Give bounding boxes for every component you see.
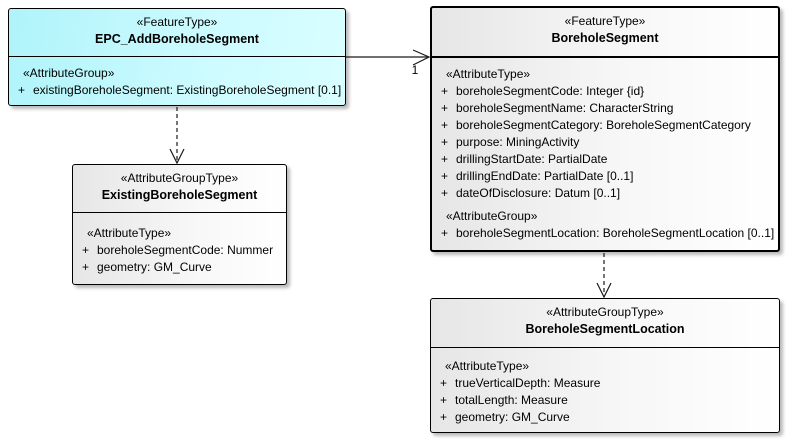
visibility-marker: + (432, 134, 456, 151)
attribute-row[interactable]: + existingBoreholeSegment: ExistingBoreh… (9, 82, 345, 99)
attribute-text: totalLength: Measure (455, 392, 568, 409)
attribute-text: purpose: MiningActivity (456, 134, 579, 151)
attribute-text: drillingEndDate: PartialDate [0..1] (456, 168, 633, 185)
class-stereotype: «FeatureType» (432, 14, 778, 28)
attribute-text: geometry: GM_Curve (97, 259, 212, 276)
visibility-marker: + (432, 185, 456, 202)
attribute-compartment: «AttributeType» + boreholeSegmentCode: N… (73, 212, 286, 284)
class-stereotype: «AttributeGroupType» (73, 171, 286, 185)
dependency-arrow-boreholesegment-to-location[interactable] (597, 253, 611, 297)
attribute-row[interactable]: + boreholeSegmentCode: Integer {id} (432, 83, 778, 100)
attribute-text: boreholeSegmentCategory: BoreholeSegment… (456, 117, 751, 134)
multiplicity-label: 1 (406, 63, 424, 77)
attribute-row[interactable]: + drillingEndDate: PartialDate [0..1] (432, 168, 778, 185)
visibility-marker: + (73, 242, 97, 259)
class-title: «AttributeGroupType» BoreholeSegmentLoca… (431, 299, 779, 347)
attribute-compartment: «AttributeType» + boreholeSegmentCode: I… (432, 56, 778, 250)
visibility-marker: + (431, 409, 455, 426)
attribute-text: boreholeSegmentLocation: BoreholeSegment… (456, 225, 774, 242)
attribute-text: boreholeSegmentCode: Integer {id} (456, 83, 644, 100)
attribute-row[interactable]: + purpose: MiningActivity (432, 134, 778, 151)
uml-diagram-canvas: «FeatureType» EPC_AddBoreholeSegment «At… (0, 0, 793, 446)
attribute-row[interactable]: + totalLength: Measure (431, 392, 779, 409)
visibility-marker: + (431, 375, 455, 392)
class-name: EPC_AddBoreholeSegment (9, 32, 345, 46)
attribute-text: drillingStartDate: PartialDate (456, 151, 607, 168)
class-stereotype: «AttributeGroupType» (431, 305, 779, 319)
class-boreholesegmentlocation[interactable]: «AttributeGroupType» BoreholeSegmentLoca… (430, 298, 780, 433)
attribute-text: boreholeSegmentCode: Nummer (97, 242, 273, 259)
visibility-marker: + (432, 225, 456, 242)
visibility-marker: + (9, 82, 33, 99)
dependency-arrow-epc-to-existingboreholesegment[interactable] (170, 107, 184, 163)
class-name: BoreholeSegment (432, 31, 778, 45)
attribute-row[interactable]: + dateOfDisclosure: Datum [0..1] (432, 185, 778, 202)
stereotype-header: «AttributeGroup» (9, 65, 345, 82)
class-name: ExistingBoreholeSegment (73, 188, 286, 202)
attribute-row[interactable]: + geometry: GM_Curve (73, 259, 286, 276)
attribute-compartment: «AttributeType» + trueVerticalDepth: Mea… (431, 347, 779, 432)
stereotype-header: «AttributeGroup» (432, 208, 778, 225)
attribute-row[interactable]: + trueVerticalDepth: Measure (431, 375, 779, 392)
visibility-marker: + (431, 392, 455, 409)
attribute-row[interactable]: + boreholeSegmentLocation: BoreholeSegme… (432, 225, 778, 242)
attribute-row[interactable]: + boreholeSegmentName: CharacterString (432, 100, 778, 117)
attribute-row[interactable]: + boreholeSegmentCategory: BoreholeSegme… (432, 117, 778, 134)
class-title: «FeatureType» BoreholeSegment (432, 8, 778, 56)
class-name: BoreholeSegmentLocation (431, 322, 779, 336)
class-existingboreholesegment[interactable]: «AttributeGroupType» ExistingBoreholeSeg… (72, 164, 287, 285)
visibility-marker: + (432, 151, 456, 168)
stereotype-header: «AttributeType» (73, 225, 286, 242)
attribute-row[interactable]: + boreholeSegmentCode: Nummer (73, 242, 286, 259)
attribute-row[interactable]: + geometry: GM_Curve (431, 409, 779, 426)
visibility-marker: + (73, 259, 97, 276)
visibility-marker: + (432, 100, 456, 117)
attribute-text: existingBoreholeSegment: ExistingBorehol… (33, 82, 341, 99)
visibility-marker: + (432, 83, 456, 100)
class-epc-addboreholesegment[interactable]: «FeatureType» EPC_AddBoreholeSegment «At… (8, 8, 346, 106)
class-title: «FeatureType» EPC_AddBoreholeSegment (9, 9, 345, 56)
stereotype-header: «AttributeType» (431, 358, 779, 375)
stereotype-header: «AttributeType» (432, 66, 778, 83)
attribute-text: dateOfDisclosure: Datum [0..1] (456, 185, 620, 202)
attribute-text: trueVerticalDepth: Measure (455, 375, 600, 392)
attribute-text: boreholeSegmentName: CharacterString (456, 100, 673, 117)
attribute-text: geometry: GM_Curve (455, 409, 570, 426)
visibility-marker: + (432, 117, 456, 134)
visibility-marker: + (432, 168, 456, 185)
attribute-row[interactable]: + drillingStartDate: PartialDate (432, 151, 778, 168)
attribute-compartment: «AttributeGroup» + existingBoreholeSegme… (9, 56, 345, 105)
class-boreholesegment[interactable]: «FeatureType» BoreholeSegment «Attribute… (430, 6, 780, 252)
class-stereotype: «FeatureType» (9, 15, 345, 29)
class-title: «AttributeGroupType» ExistingBoreholeSeg… (73, 165, 286, 212)
